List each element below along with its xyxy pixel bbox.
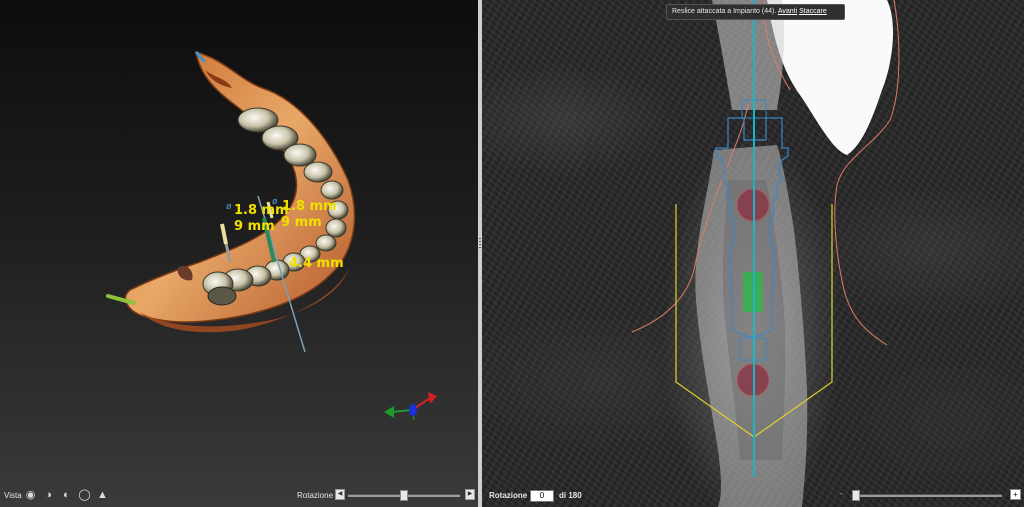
reslice-toolbar: Rotazione 0 di 180 - + — [482, 489, 1024, 507]
detach-link[interactable]: Staccare — [799, 8, 827, 15]
3d-jaw-render[interactable]: ø 1.8 mm 9 mm ø 1.8 mm 9 mm 4.4 mm — [0, 0, 478, 507]
skull-bottom-icon[interactable]: ▲ — [96, 489, 109, 502]
ct-reslice-image[interactable] — [482, 0, 1024, 507]
skull-top-icon[interactable]: ◯ — [78, 489, 91, 502]
rotation-increase-button[interactable]: + — [1010, 489, 1021, 500]
measure-length-1: 9 mm — [234, 219, 275, 234]
splitter-grip[interactable] — [479, 238, 481, 248]
reslice-rotation-slider-thumb[interactable] — [852, 490, 860, 501]
skull-side-icon[interactable]: ◑ — [42, 489, 55, 502]
reslice-banner-text: Reslice attaccata a Impianto (44). — [672, 8, 777, 15]
measure-length-2: 9 mm — [281, 215, 322, 230]
rotate-left-button[interactable]: ◀ — [335, 489, 345, 500]
rotation-value-input[interactable]: 0 — [530, 490, 554, 502]
skull-front-icon[interactable]: ◉ — [24, 489, 37, 502]
diameter-symbol-2: ø — [272, 196, 278, 206]
rotation-slider-thumb[interactable] — [400, 490, 408, 501]
reslice-rotation-slider-track[interactable] — [852, 494, 1002, 497]
rotate-right-button[interactable]: ▶ — [465, 489, 475, 500]
measure-distance: 4.4 mm — [289, 256, 344, 271]
reslice-banner: Reslice attaccata a Impianto (44). Avant… — [666, 4, 845, 20]
orientation-axes-icon — [384, 392, 437, 421]
skull-back-icon[interactable]: ◐ — [60, 489, 73, 502]
rotation-decrease-button[interactable]: - — [840, 489, 843, 498]
diameter-symbol-1: ø — [226, 201, 232, 211]
ct-reslice-panel[interactable]: Reslice attaccata a Impianto (44). Avant… — [482, 0, 1024, 507]
3d-view-panel[interactable]: ø 1.8 mm 9 mm ø 1.8 mm 9 mm 4.4 mm Vista… — [0, 0, 478, 507]
bone-highlight — [767, 0, 894, 155]
3d-view-toolbar: Vista ◉ ◑ ◐ ◯ ▲ Rotazione ◀ ▶ — [0, 489, 478, 507]
measure-diameter-2: 1.8 mm — [282, 199, 337, 214]
rotation-max-label: di 180 — [559, 491, 582, 500]
vista-label: Vista — [4, 491, 22, 500]
reslice-rotation-label: Rotazione — [489, 491, 528, 500]
rotation-label: Rotazione — [297, 491, 334, 500]
next-link[interactable]: Avanti — [778, 8, 797, 15]
